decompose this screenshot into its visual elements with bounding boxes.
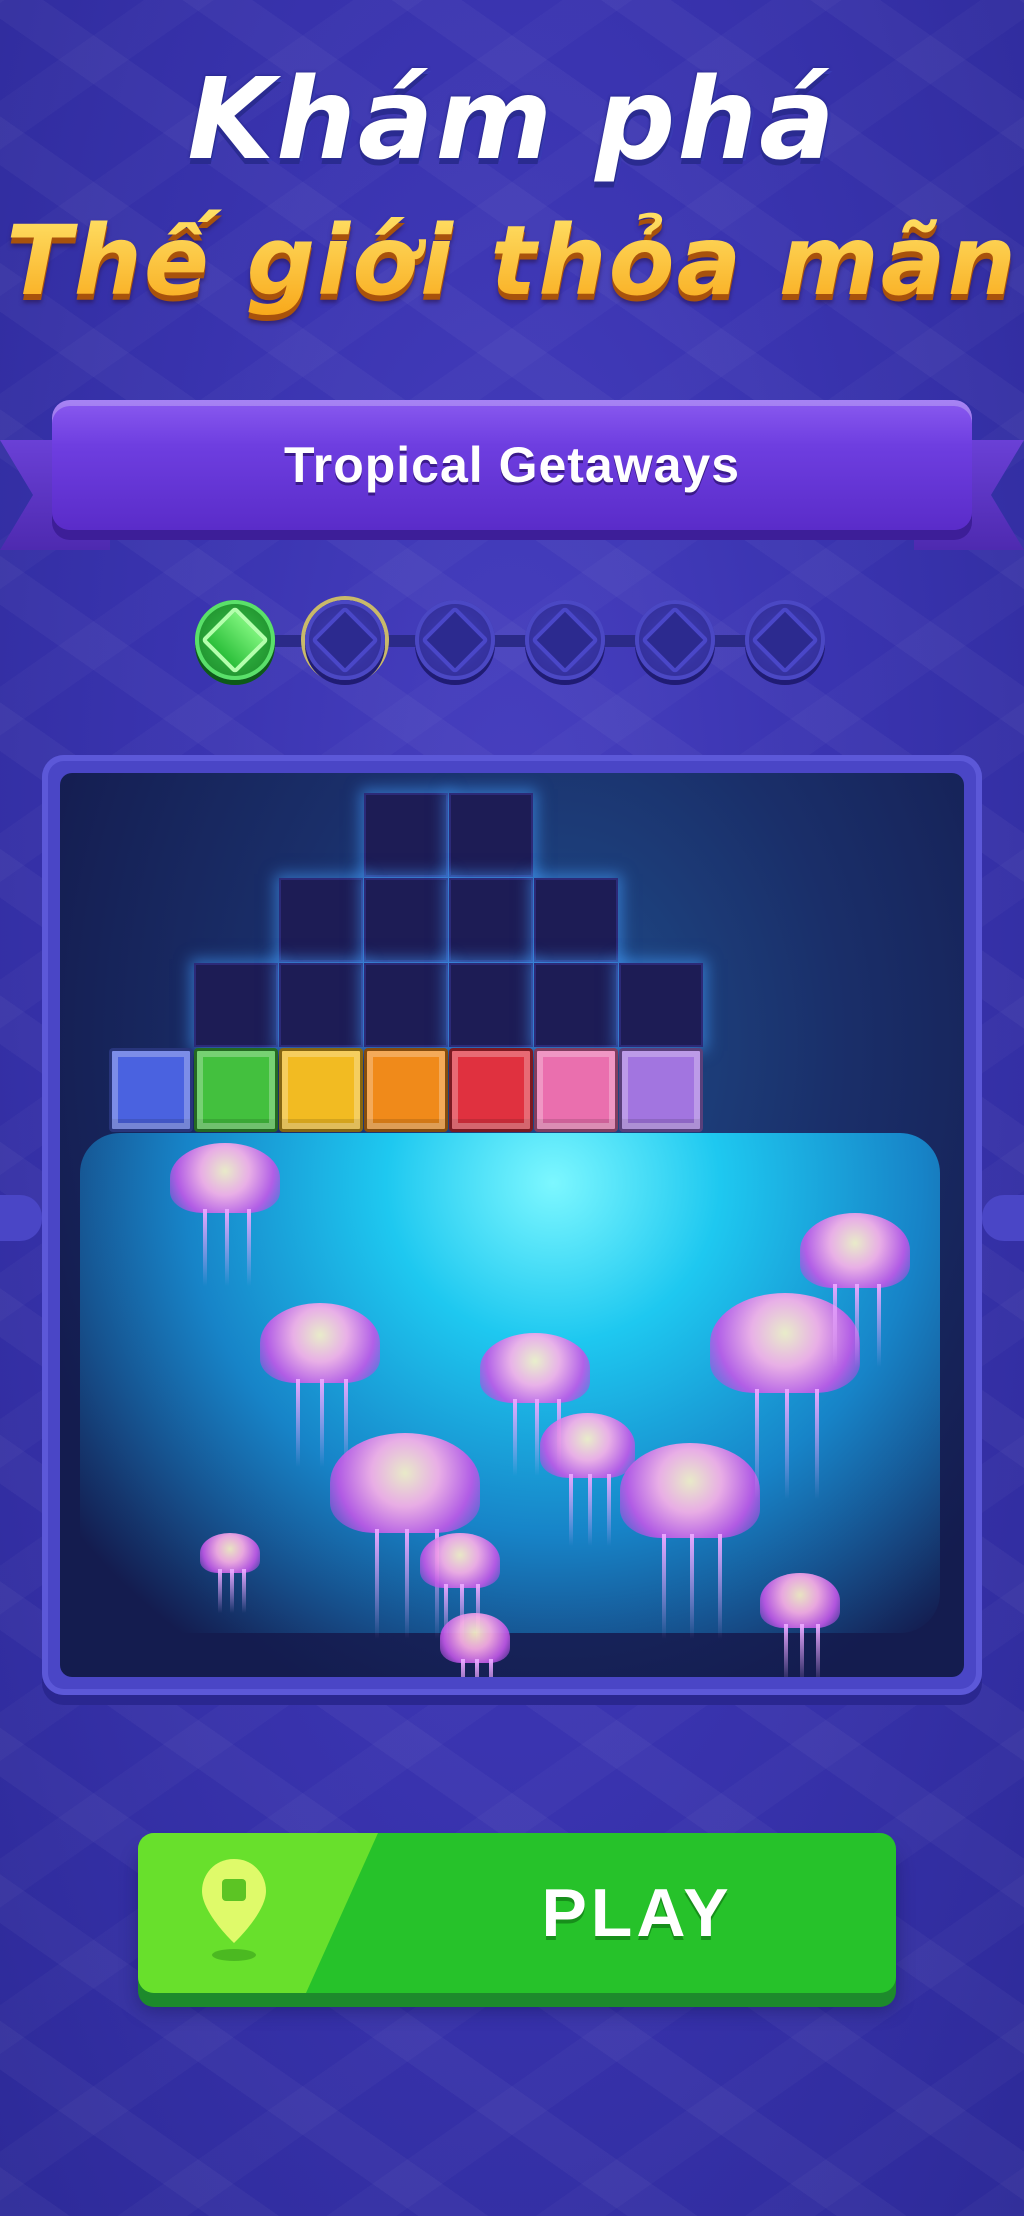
play-button-label: PLAY (541, 1875, 733, 1951)
stage-gem-1-completed-icon (190, 595, 280, 685)
empty-cell[interactable] (449, 878, 533, 962)
empty-cell[interactable] (364, 963, 448, 1047)
map-pin-icon (202, 1859, 266, 1961)
jellyfish-tentacle (690, 1534, 694, 1639)
empty-cell[interactable] (619, 963, 703, 1047)
stage-gem-5-locked-icon (630, 595, 720, 685)
stage-gem-4-locked-icon (520, 595, 610, 685)
level-progress (190, 595, 840, 685)
empty-cell[interactable] (279, 963, 363, 1047)
jellyfish-tentacle (718, 1534, 722, 1639)
jellyfish-tentacle (877, 1284, 881, 1367)
block-piece[interactable] (279, 1048, 363, 1132)
jellyfish-tentacle (815, 1389, 819, 1499)
headline-line-1: Khám phá (187, 55, 837, 185)
board-notch-left (0, 1195, 42, 1241)
puzzle-board[interactable] (60, 773, 964, 1677)
jellyfish-decoration (800, 1213, 910, 1288)
stage-gem-6-locked-icon (740, 595, 830, 685)
jellyfish-tentacle (833, 1284, 837, 1367)
jellyfish-tentacle (375, 1529, 379, 1639)
block-piece[interactable] (619, 1048, 703, 1132)
jellyfish-tentacle (230, 1569, 234, 1613)
jellyfish-decoration (260, 1303, 380, 1383)
jellyfish-tentacle (568, 1474, 573, 1546)
jellyfish-tentacle (242, 1569, 246, 1613)
jellyfish-tentacle (855, 1284, 859, 1367)
jellyfish-tentacle (461, 1659, 465, 1677)
jellyfish-tentacle (489, 1659, 493, 1677)
jellyfish-decoration (330, 1433, 480, 1533)
empty-cell[interactable] (449, 793, 533, 877)
empty-cell[interactable] (534, 878, 618, 962)
play-button[interactable]: PLAY (138, 1833, 896, 1993)
jellyfish-decoration (440, 1613, 510, 1663)
jellyfish-tentacle (247, 1209, 251, 1286)
jellyfish-tentacle (755, 1389, 759, 1499)
jellyfish-tentacle (662, 1534, 666, 1639)
empty-cell[interactable] (279, 878, 363, 962)
jellyfish-tentacle (296, 1379, 300, 1467)
headline-line-2: Thế giới thỏa mãn (0, 205, 1024, 317)
jellyfish-tentacle (785, 1389, 789, 1499)
jellyfish-decoration (420, 1533, 500, 1588)
stage-gem-2-current-icon (300, 595, 390, 685)
block-piece[interactable] (194, 1048, 278, 1132)
jellyfish-decoration (540, 1413, 635, 1478)
level-title: Tropical Getaways (283, 437, 741, 493)
block-piece[interactable] (449, 1048, 533, 1132)
jellyfish-tentacle (218, 1569, 222, 1613)
jellyfish-decoration (620, 1443, 760, 1538)
jellyfish-tentacle (800, 1624, 804, 1677)
level-title-ribbon: Tropical Getaways (52, 400, 972, 530)
jellyfish-decoration (760, 1573, 840, 1628)
jellyfish-tentacle (475, 1659, 479, 1677)
jellyfish-decoration (170, 1143, 280, 1213)
empty-cell[interactable] (364, 793, 448, 877)
block-piece[interactable] (364, 1048, 448, 1132)
jellyfish-tentacle (513, 1399, 517, 1476)
jellyfish-tentacle (784, 1624, 788, 1677)
jellyfish-tentacle (405, 1529, 409, 1639)
jellyfish-tentacle (816, 1624, 820, 1677)
block-piece[interactable] (109, 1048, 193, 1132)
jellyfish-decoration (710, 1293, 860, 1393)
jellyfish-decoration (200, 1533, 260, 1573)
block-piece[interactable] (534, 1048, 618, 1132)
empty-cell[interactable] (364, 878, 448, 962)
jellyfish-tentacle (203, 1209, 207, 1286)
empty-cell[interactable] (194, 963, 278, 1047)
jellyfish-tentacle (225, 1209, 229, 1286)
jellyfish-tentacle (535, 1399, 539, 1476)
empty-cell[interactable] (534, 963, 618, 1047)
jellyfish-tentacle (320, 1379, 324, 1467)
board-notch-right (982, 1195, 1024, 1241)
stage-gem-3-locked-icon (410, 595, 500, 685)
jellyfish-decoration (480, 1333, 590, 1403)
jellyfish-tentacle (587, 1474, 592, 1546)
jellyfish-tentacle (606, 1474, 611, 1546)
empty-cell[interactable] (449, 963, 533, 1047)
